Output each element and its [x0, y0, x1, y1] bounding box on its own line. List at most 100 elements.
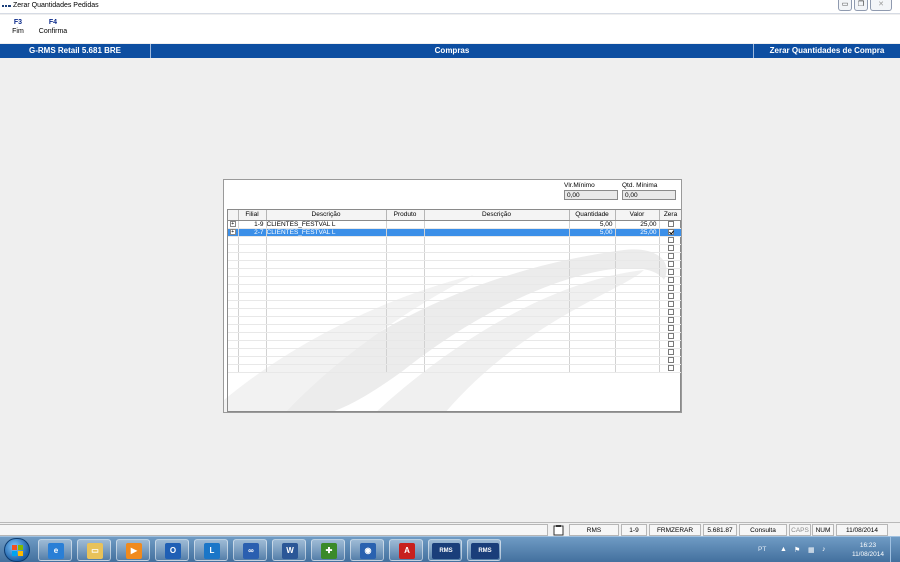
- table-row[interactable]: [228, 300, 681, 309]
- zera-checkbox[interactable]: [667, 252, 674, 259]
- expand-cell[interactable]: +: [228, 220, 239, 229]
- expand-cell[interactable]: [228, 292, 239, 301]
- expand-cell[interactable]: [228, 252, 239, 261]
- zera-checkbox[interactable]: [667, 356, 674, 363]
- table-row[interactable]: [228, 364, 681, 373]
- table-row[interactable]: +1-9 CLIENTES_FESTVAL L 5,00 25,00: [228, 220, 681, 229]
- vl-minimo-field[interactable]: 0,00: [564, 190, 618, 200]
- table-row[interactable]: [228, 268, 681, 277]
- zera-checkbox[interactable]: [667, 284, 674, 291]
- cell-zera[interactable]: [659, 236, 681, 245]
- zera-checkbox[interactable]: [667, 324, 674, 331]
- taskbar-app-button[interactable]: ∞: [233, 539, 267, 561]
- expand-cell[interactable]: [228, 244, 239, 253]
- col-quantidade[interactable]: Quantidade: [569, 210, 616, 221]
- col-filial[interactable]: Filial: [238, 210, 267, 221]
- zera-checkbox[interactable]: [667, 276, 674, 283]
- cell-zera[interactable]: [659, 244, 681, 253]
- table-row[interactable]: [228, 260, 681, 269]
- table-row[interactable]: [228, 292, 681, 301]
- expand-cell[interactable]: [228, 348, 239, 357]
- zera-checkbox[interactable]: [667, 340, 674, 347]
- zera-checkbox[interactable]: [667, 236, 674, 243]
- taskbar-app-button[interactable]: RMS: [467, 539, 501, 561]
- tray-flag-icon[interactable]: ⚑: [794, 546, 800, 554]
- table-row[interactable]: +2-7 CLIENTES_FESTVAL L 5,00 25,00: [228, 228, 681, 237]
- expand-cell[interactable]: [228, 364, 239, 373]
- volume-icon[interactable]: ♪: [822, 546, 826, 553]
- expand-icon[interactable]: +: [229, 228, 236, 235]
- expand-cell[interactable]: [228, 332, 239, 341]
- zera-checkbox[interactable]: [667, 332, 674, 339]
- expand-cell[interactable]: [228, 276, 239, 285]
- cell-zera[interactable]: [659, 340, 681, 349]
- expand-cell[interactable]: [228, 300, 239, 309]
- expand-cell[interactable]: [228, 308, 239, 317]
- cell-zera[interactable]: [659, 348, 681, 357]
- language-indicator[interactable]: PT: [758, 546, 766, 553]
- table-row[interactable]: [228, 308, 681, 317]
- cell-zera[interactable]: [659, 324, 681, 333]
- col-zera[interactable]: Zera: [659, 210, 681, 221]
- table-row[interactable]: [228, 316, 681, 325]
- cell-zera[interactable]: [659, 356, 681, 365]
- col-descricao[interactable]: Descrição: [266, 210, 387, 221]
- close-button[interactable]: ✕: [870, 0, 892, 11]
- cell-zera[interactable]: [659, 316, 681, 325]
- expand-icon[interactable]: +: [229, 220, 236, 227]
- items-grid[interactable]: Filial Descrição Produto Descrição Quant…: [227, 209, 681, 412]
- expand-cell[interactable]: [228, 340, 239, 349]
- fim-button[interactable]: F3 Fim: [8, 19, 28, 35]
- network-icon[interactable]: ▦: [808, 546, 815, 554]
- cell-zera[interactable]: [659, 364, 681, 373]
- zera-checkbox[interactable]: [667, 268, 674, 275]
- taskbar-app-button[interactable]: ▭: [77, 539, 111, 561]
- expand-cell[interactable]: [228, 260, 239, 269]
- expand-cell[interactable]: [228, 236, 239, 245]
- table-row[interactable]: [228, 244, 681, 253]
- table-row[interactable]: [228, 252, 681, 261]
- cell-zera[interactable]: [659, 284, 681, 293]
- taskbar-app-button[interactable]: O: [155, 539, 189, 561]
- taskbar-app-button[interactable]: A: [389, 539, 423, 561]
- zera-checkbox[interactable]: [667, 316, 674, 323]
- zera-checkbox[interactable]: [667, 348, 674, 355]
- expand-cell[interactable]: [228, 268, 239, 277]
- clipboard-icon[interactable]: [553, 525, 564, 536]
- taskbar-app-button[interactable]: e: [38, 539, 72, 561]
- table-row[interactable]: [228, 340, 681, 349]
- taskbar-app-button[interactable]: RMS: [428, 539, 462, 561]
- taskbar-app-button[interactable]: L: [194, 539, 228, 561]
- qtd-minima-field[interactable]: 0,00: [622, 190, 676, 200]
- cell-zera[interactable]: [659, 300, 681, 309]
- cell-zera[interactable]: [659, 332, 681, 341]
- taskbar-app-button[interactable]: W: [272, 539, 306, 561]
- col-descricao-produto[interactable]: Descrição: [424, 210, 570, 221]
- zera-checkbox[interactable]: [667, 292, 674, 299]
- cell-zera[interactable]: [659, 228, 681, 237]
- cell-zera[interactable]: [659, 292, 681, 301]
- minimize-button[interactable]: ▭: [838, 0, 852, 11]
- taskbar-app-button[interactable]: ◉: [350, 539, 384, 561]
- confirma-button[interactable]: F4 Confirma: [36, 19, 70, 35]
- expand-cell[interactable]: [228, 284, 239, 293]
- expand-cell[interactable]: +: [228, 228, 239, 237]
- table-row[interactable]: [228, 324, 681, 333]
- cell-zera[interactable]: [659, 276, 681, 285]
- table-row[interactable]: [228, 284, 681, 293]
- cell-zera[interactable]: [659, 268, 681, 277]
- taskbar-app-button[interactable]: ▶: [116, 539, 150, 561]
- clock[interactable]: 16:23 11/08/2014: [852, 541, 884, 559]
- cell-zera[interactable]: [659, 220, 681, 229]
- expand-cell[interactable]: [228, 316, 239, 325]
- col-produto[interactable]: Produto: [386, 210, 425, 221]
- zera-checkbox[interactable]: [667, 220, 674, 227]
- zera-checkbox[interactable]: [667, 228, 674, 235]
- col-valor[interactable]: Valor: [615, 210, 660, 221]
- table-row[interactable]: [228, 356, 681, 365]
- expand-cell[interactable]: [228, 356, 239, 365]
- zera-checkbox[interactable]: [667, 364, 674, 371]
- table-row[interactable]: [228, 236, 681, 245]
- table-row[interactable]: [228, 276, 681, 285]
- zera-checkbox[interactable]: [667, 244, 674, 251]
